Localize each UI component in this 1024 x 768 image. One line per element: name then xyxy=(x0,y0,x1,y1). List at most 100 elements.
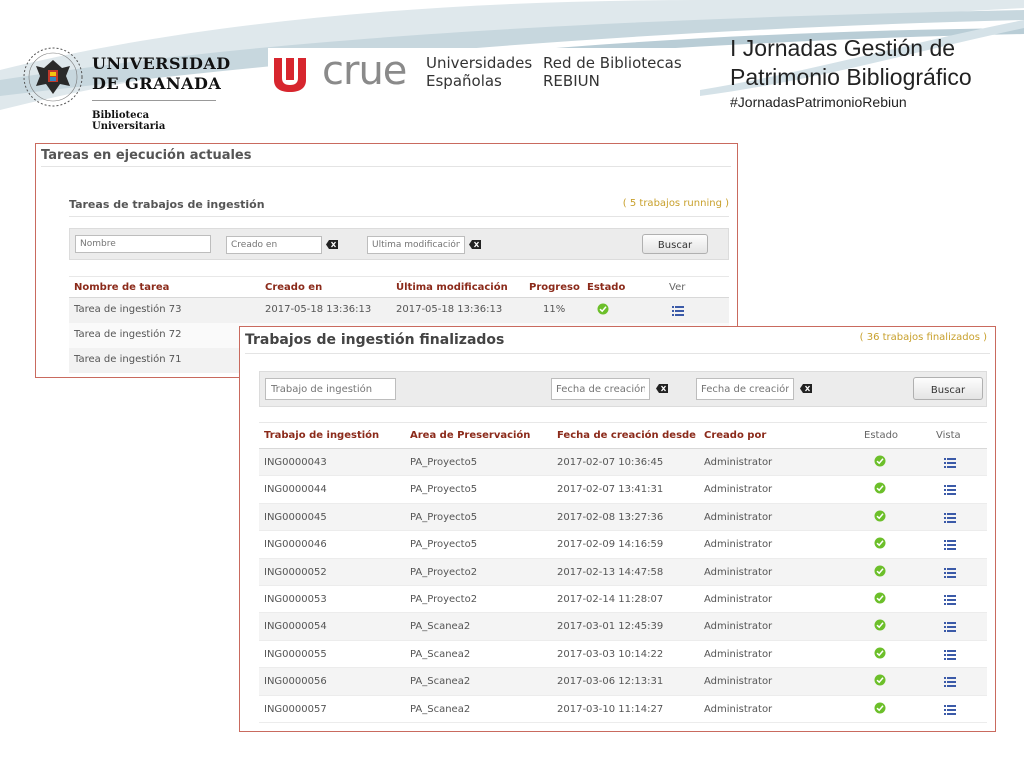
preservation-area: PA_Proyecto5 xyxy=(410,457,478,468)
table-row[interactable]: ING0000054 PA_Scanea2 2017-03-01 12:45:39 A… xyxy=(259,613,987,641)
finished-jobs-filter-bar: Buscar xyxy=(259,371,987,407)
created-by: Administrator xyxy=(704,648,773,660)
check-circle-icon xyxy=(874,565,886,577)
task-name: Tarea de ingestión 71 xyxy=(74,354,182,365)
table-row[interactable]: ING0000053 PA_Proyecto2 2017-02-14 11:28:0… xyxy=(259,586,987,614)
creation-from-input[interactable] xyxy=(551,378,650,400)
col-modified[interactable]: Última modificación xyxy=(396,282,508,293)
crue-text1-line1: Universidades xyxy=(426,54,533,72)
created-by: Administrator xyxy=(704,511,773,523)
slide-title: I Jornadas Gestión de Patrimonio Bibliog… xyxy=(730,34,1020,110)
job-id: ING0000045 xyxy=(264,511,327,523)
hashtag: #JornadasPatrimonioRebiun xyxy=(730,94,907,110)
col-area[interactable]: Area de Preservación xyxy=(410,430,530,441)
check-circle-icon xyxy=(874,455,886,467)
rebiun-text: Red de Bibliotecas REBIUN xyxy=(543,54,682,90)
list-icon[interactable] xyxy=(944,677,956,688)
list-icon[interactable] xyxy=(944,458,956,468)
creation-date: 2017-02-07 10:36:45 xyxy=(557,457,664,468)
task-modified: 2017-05-18 13:36:13 xyxy=(396,304,503,315)
list-icon[interactable] xyxy=(944,622,956,633)
ugr-name-line2: DE GRANADA xyxy=(92,74,222,93)
divider xyxy=(245,353,990,354)
creation-date: 2017-03-06 12:13:31 xyxy=(557,676,664,688)
list-icon[interactable] xyxy=(944,540,956,551)
col-job[interactable]: Trabajo de ingestión xyxy=(264,430,379,441)
created-by: Administrator xyxy=(704,484,773,496)
clear-from-icon[interactable] xyxy=(656,384,668,393)
creation-date: 2017-02-07 13:41:31 xyxy=(557,484,664,496)
col-view: Vista xyxy=(936,430,961,441)
list-icon[interactable] xyxy=(944,649,956,660)
table-row[interactable]: ING0000057 PA_Scanea2 2017-03-10 11:14:27 A… xyxy=(259,696,987,723)
check-circle-icon xyxy=(874,592,886,604)
ingestion-tasks-subtitle: Tareas de trabajos de ingestión xyxy=(69,198,265,211)
ugr-seal-icon xyxy=(23,47,83,107)
preservation-area: PA_Scanea2 xyxy=(410,676,471,688)
check-circle-icon xyxy=(874,482,886,494)
table-row[interactable]: ING0000046 PA_Proyecto5 2017-02-09 14:16:5… xyxy=(259,531,987,559)
col-status: Estado xyxy=(864,430,899,441)
table-row[interactable]: ING0000055 PA_Scanea2 2017-03-03 10:14:22 A… xyxy=(259,641,987,669)
title-line1: I Jornadas Gestión de xyxy=(730,35,956,61)
creation-to-input[interactable] xyxy=(696,378,794,400)
creation-date: 2017-03-03 10:14:22 xyxy=(557,648,664,660)
modified-date-input[interactable] xyxy=(367,236,465,254)
finished-jobs-rows: ING0000043 PA_Proyecto5 2017-02-07 10:36:4… xyxy=(259,449,987,723)
table-row[interactable]: Tarea de ingestión 73 2017-05-18 13:36:1… xyxy=(69,298,729,323)
job-id: ING0000056 xyxy=(264,676,327,688)
task-progress: 11% xyxy=(543,304,566,315)
list-icon[interactable] xyxy=(944,594,956,605)
col-progress[interactable]: Progreso xyxy=(529,282,580,293)
check-circle-icon xyxy=(874,619,886,631)
created-by: Administrator xyxy=(704,593,773,605)
table-row[interactable]: ING0000056 PA_Scanea2 2017-03-06 12:13:31 A… xyxy=(259,668,987,696)
task-name-input[interactable] xyxy=(75,235,211,253)
job-id: ING0000046 xyxy=(264,539,327,551)
job-id: ING0000043 xyxy=(264,457,327,468)
list-icon[interactable] xyxy=(944,485,956,496)
check-circle-icon xyxy=(874,510,886,522)
preservation-area: PA_Scanea2 xyxy=(410,703,471,715)
clear-modified-icon[interactable] xyxy=(469,240,481,249)
table-row[interactable]: ING0000045 PA_Proyecto5 2017-02-08 13:27:3… xyxy=(259,503,987,532)
table-header: Nombre de tarea Creado en Última modific… xyxy=(69,276,729,298)
check-circle-icon xyxy=(874,537,886,549)
list-icon[interactable] xyxy=(944,704,956,715)
created-date-input[interactable] xyxy=(226,236,322,254)
table-row[interactable]: ING0000044 PA_Proyecto5 2017-02-07 13:41:3… xyxy=(259,476,987,504)
created-by: Administrator xyxy=(704,457,773,468)
job-id: ING0000054 xyxy=(264,621,327,633)
preservation-area: PA_Scanea2 xyxy=(410,621,471,633)
col-task-name[interactable]: Nombre de tarea xyxy=(74,282,169,293)
running-tasks-title: Tareas en ejecución actuales xyxy=(41,148,252,163)
creation-date: 2017-02-14 11:28:07 xyxy=(557,593,664,605)
created-by: Administrator xyxy=(704,566,773,578)
created-by: Administrator xyxy=(704,676,773,688)
check-circle-icon xyxy=(874,674,886,686)
job-id: ING0000052 xyxy=(264,566,327,578)
finished-search-button[interactable]: Buscar xyxy=(913,377,983,400)
table-row[interactable]: ING0000052 PA_Proyecto2 2017-02-13 14:47:5… xyxy=(259,558,987,586)
list-icon[interactable] xyxy=(672,306,684,316)
clear-to-icon[interactable] xyxy=(800,384,812,393)
col-status[interactable]: Estado xyxy=(587,282,625,293)
creation-date: 2017-03-01 12:45:39 xyxy=(557,621,664,633)
divider xyxy=(69,216,729,217)
task-name: Tarea de ingestión 72 xyxy=(74,329,182,340)
list-icon[interactable] xyxy=(944,512,956,523)
table-row[interactable]: ING0000043 PA_Proyecto5 2017-02-07 10:36:4… xyxy=(259,449,987,477)
col-created-by[interactable]: Creado por xyxy=(704,430,766,441)
crue-mark-icon xyxy=(274,58,306,92)
job-id: ING0000053 xyxy=(264,593,327,605)
running-search-button[interactable]: Buscar xyxy=(642,234,708,254)
divider xyxy=(41,166,731,167)
preservation-area: PA_Proyecto5 xyxy=(410,539,478,551)
preservation-area: PA_Proyecto5 xyxy=(410,484,478,496)
table-header: Trabajo de ingestión Area de Preservació… xyxy=(259,422,987,449)
col-created[interactable]: Creado en xyxy=(265,282,322,293)
list-icon[interactable] xyxy=(944,567,956,578)
clear-created-icon[interactable] xyxy=(326,240,338,249)
job-name-input[interactable] xyxy=(265,378,396,400)
col-date[interactable]: Fecha de creación desde xyxy=(557,430,696,441)
